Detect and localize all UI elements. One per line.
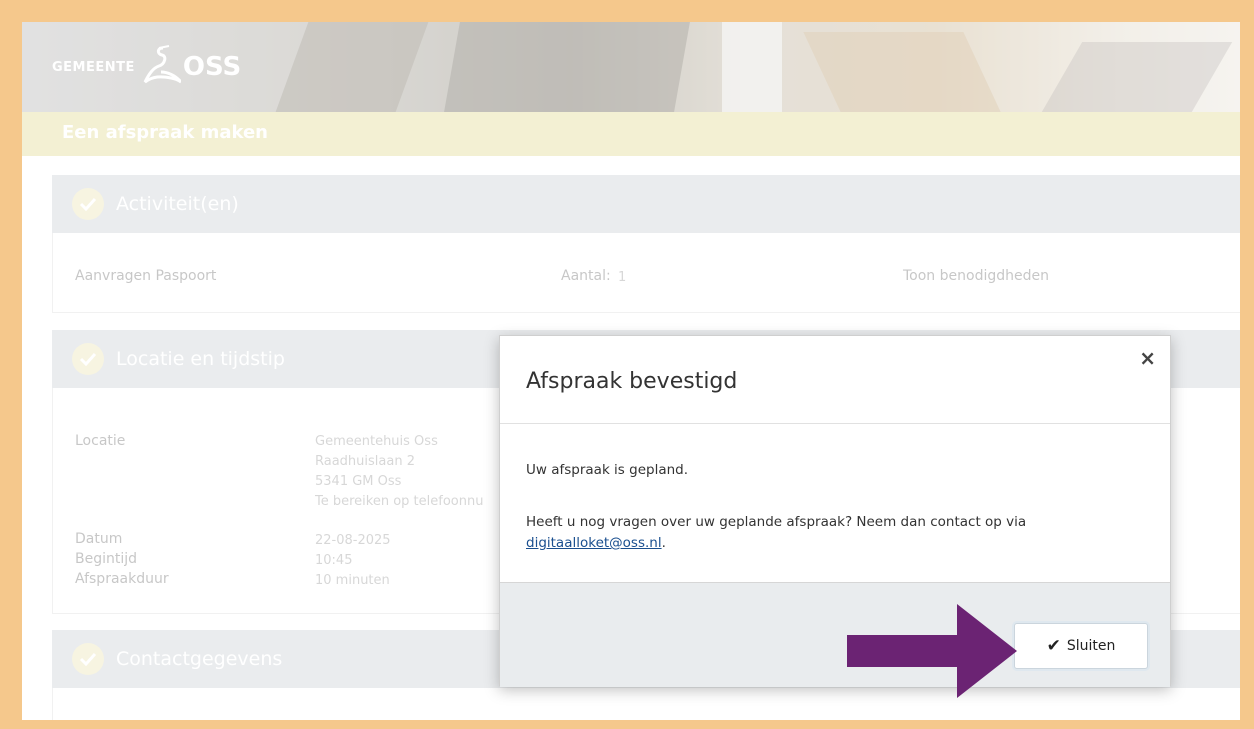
- page-frame: GEMEENTE OSS Een afspraak maken Activite…: [22, 22, 1240, 720]
- checkmark-icon: ✔: [1046, 636, 1061, 656]
- dialog-body: Uw afspraak is gepland. Heeft u nog vrag…: [500, 424, 1170, 582]
- close-icon[interactable]: ×: [1139, 346, 1156, 370]
- dialog-footer: ✔ Sluiten: [500, 582, 1170, 687]
- contact-email-line: digitaalloket@oss.nl.: [526, 535, 666, 551]
- email-link[interactable]: digitaalloket@oss.nl: [526, 535, 662, 551]
- contact-question: Heeft u nog vragen over uw geplande afsp…: [526, 514, 1027, 530]
- close-button-label: Sluiten: [1066, 638, 1116, 654]
- confirmation-dialog: Afspraak bevestigd × Uw afspraak is gepl…: [499, 335, 1171, 687]
- email-suffix: .: [661, 535, 666, 551]
- dialog-title: Afspraak bevestigd: [526, 369, 738, 394]
- dialog-header: Afspraak bevestigd ×: [500, 336, 1170, 424]
- confirmation-message: Uw afspraak is gepland.: [526, 462, 689, 478]
- close-button[interactable]: ✔ Sluiten: [1014, 623, 1148, 669]
- arrow-right-icon: [847, 604, 1017, 698]
